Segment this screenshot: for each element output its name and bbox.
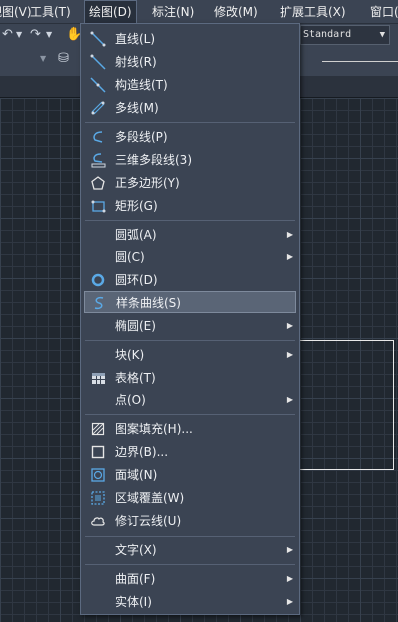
region-icon xyxy=(90,467,106,483)
menu-separator xyxy=(85,220,295,221)
menu-separator xyxy=(85,536,295,537)
donut-icon xyxy=(90,272,106,288)
submenu-arrow-icon: ▶ xyxy=(286,574,293,583)
lineweight-sample xyxy=(322,61,398,62)
menu-item-boundary[interactable]: 边界(B)... xyxy=(84,441,296,463)
menu-bar: 视图(V) 工具(T) 绘图(D) 标注(N) 修改(M) 扩展工具(X) 窗口… xyxy=(0,0,398,24)
ray-icon xyxy=(90,54,106,70)
table-icon xyxy=(90,370,106,386)
polyline-icon xyxy=(90,129,106,145)
menu-item-spline[interactable]: 样条曲线(S) xyxy=(84,291,296,313)
line-icon xyxy=(90,31,106,47)
menu-draw[interactable]: 绘图(D) xyxy=(84,0,137,24)
redo-dropdown-icon[interactable]: ▼ xyxy=(46,24,52,46)
revision-cloud-icon xyxy=(90,513,106,529)
menu-separator xyxy=(85,414,295,415)
undo-dropdown-icon[interactable]: ▼ xyxy=(16,24,22,46)
menu-dimension[interactable]: 标注(N) xyxy=(148,0,198,24)
text-style-combo[interactable]: Standard ▼ xyxy=(300,25,390,45)
menu-item-hatch[interactable]: 图案填充(H)... xyxy=(84,418,296,440)
multiline-icon xyxy=(90,100,106,116)
3d-polyline-icon xyxy=(90,152,106,168)
draw-menu-dropdown: 直线(L) 射线(R) 构造线(T) 多线(M) 多段线(P) 三维多段线(3) xyxy=(80,23,300,615)
menu-separator xyxy=(85,122,295,123)
drawn-rectangle[interactable] xyxy=(290,340,394,470)
chevron-down-icon: ▼ xyxy=(379,30,385,40)
chevron-down-icon[interactable]: ▼ xyxy=(40,48,46,70)
menu-item-block[interactable]: 块(K) ▶ xyxy=(84,344,296,366)
menu-separator xyxy=(85,564,295,565)
menu-item-surface[interactable]: 曲面(F) ▶ xyxy=(84,568,296,590)
submenu-arrow-icon: ▶ xyxy=(286,350,293,359)
menu-item-arc[interactable]: 圆弧(A) ▶ xyxy=(84,224,296,246)
menu-item-rectangle[interactable]: 矩形(G) xyxy=(84,195,296,217)
menu-modify[interactable]: 修改(M) xyxy=(210,0,262,24)
redo-icon[interactable]: ↷ xyxy=(30,24,41,46)
hatch-icon xyxy=(90,421,106,437)
submenu-arrow-icon: ▶ xyxy=(286,321,293,330)
menu-item-construction-line[interactable]: 构造线(T) xyxy=(84,74,296,96)
menu-extension-tools[interactable]: 扩展工具(X) xyxy=(276,0,350,24)
menu-item-line[interactable]: 直线(L) xyxy=(84,28,296,50)
menu-item-ray[interactable]: 射线(R) xyxy=(84,51,296,73)
menu-item-region[interactable]: 面域(N) xyxy=(84,464,296,486)
submenu-arrow-icon: ▶ xyxy=(286,230,293,239)
menu-item-wipeout[interactable]: 区域覆盖(W) xyxy=(84,487,296,509)
menu-item-revision-cloud[interactable]: 修订云线(U) xyxy=(84,510,296,532)
menu-item-solid[interactable]: 实体(I) ▶ xyxy=(84,591,296,613)
menu-item-ellipse[interactable]: 椭圆(E) ▶ xyxy=(84,315,296,337)
layer-icon[interactable]: ⛁ xyxy=(58,48,69,70)
menu-item-polygon[interactable]: 正多边形(Y) xyxy=(84,172,296,194)
polygon-icon xyxy=(90,175,106,191)
menu-item-table[interactable]: 表格(T) xyxy=(84,367,296,389)
submenu-arrow-icon: ▶ xyxy=(286,597,293,606)
menu-item-circle[interactable]: 圆(C) ▶ xyxy=(84,246,296,268)
submenu-arrow-icon: ▶ xyxy=(286,252,293,261)
submenu-arrow-icon: ▶ xyxy=(286,545,293,554)
menu-separator xyxy=(85,340,295,341)
construction-line-icon xyxy=(90,77,106,93)
menu-item-point[interactable]: 点(O) ▶ xyxy=(84,389,296,411)
menu-tools[interactable]: 工具(T) xyxy=(26,0,75,24)
submenu-arrow-icon: ▶ xyxy=(286,395,293,404)
menu-window[interactable]: 窗口(W) xyxy=(366,0,398,24)
text-style-value: Standard xyxy=(303,29,352,40)
rectangle-icon xyxy=(90,198,106,214)
menu-item-text[interactable]: 文字(X) ▶ xyxy=(84,539,296,561)
spline-icon xyxy=(91,295,107,311)
menu-item-polyline[interactable]: 多段线(P) xyxy=(84,126,296,148)
menu-item-multiline[interactable]: 多线(M) xyxy=(84,97,296,119)
undo-icon[interactable]: ↶ xyxy=(2,24,13,46)
boundary-icon xyxy=(90,444,106,460)
wipeout-icon xyxy=(90,490,106,506)
menu-item-donut[interactable]: 圆环(D) xyxy=(84,269,296,291)
menu-item-3d-polyline[interactable]: 三维多段线(3) xyxy=(84,149,296,171)
